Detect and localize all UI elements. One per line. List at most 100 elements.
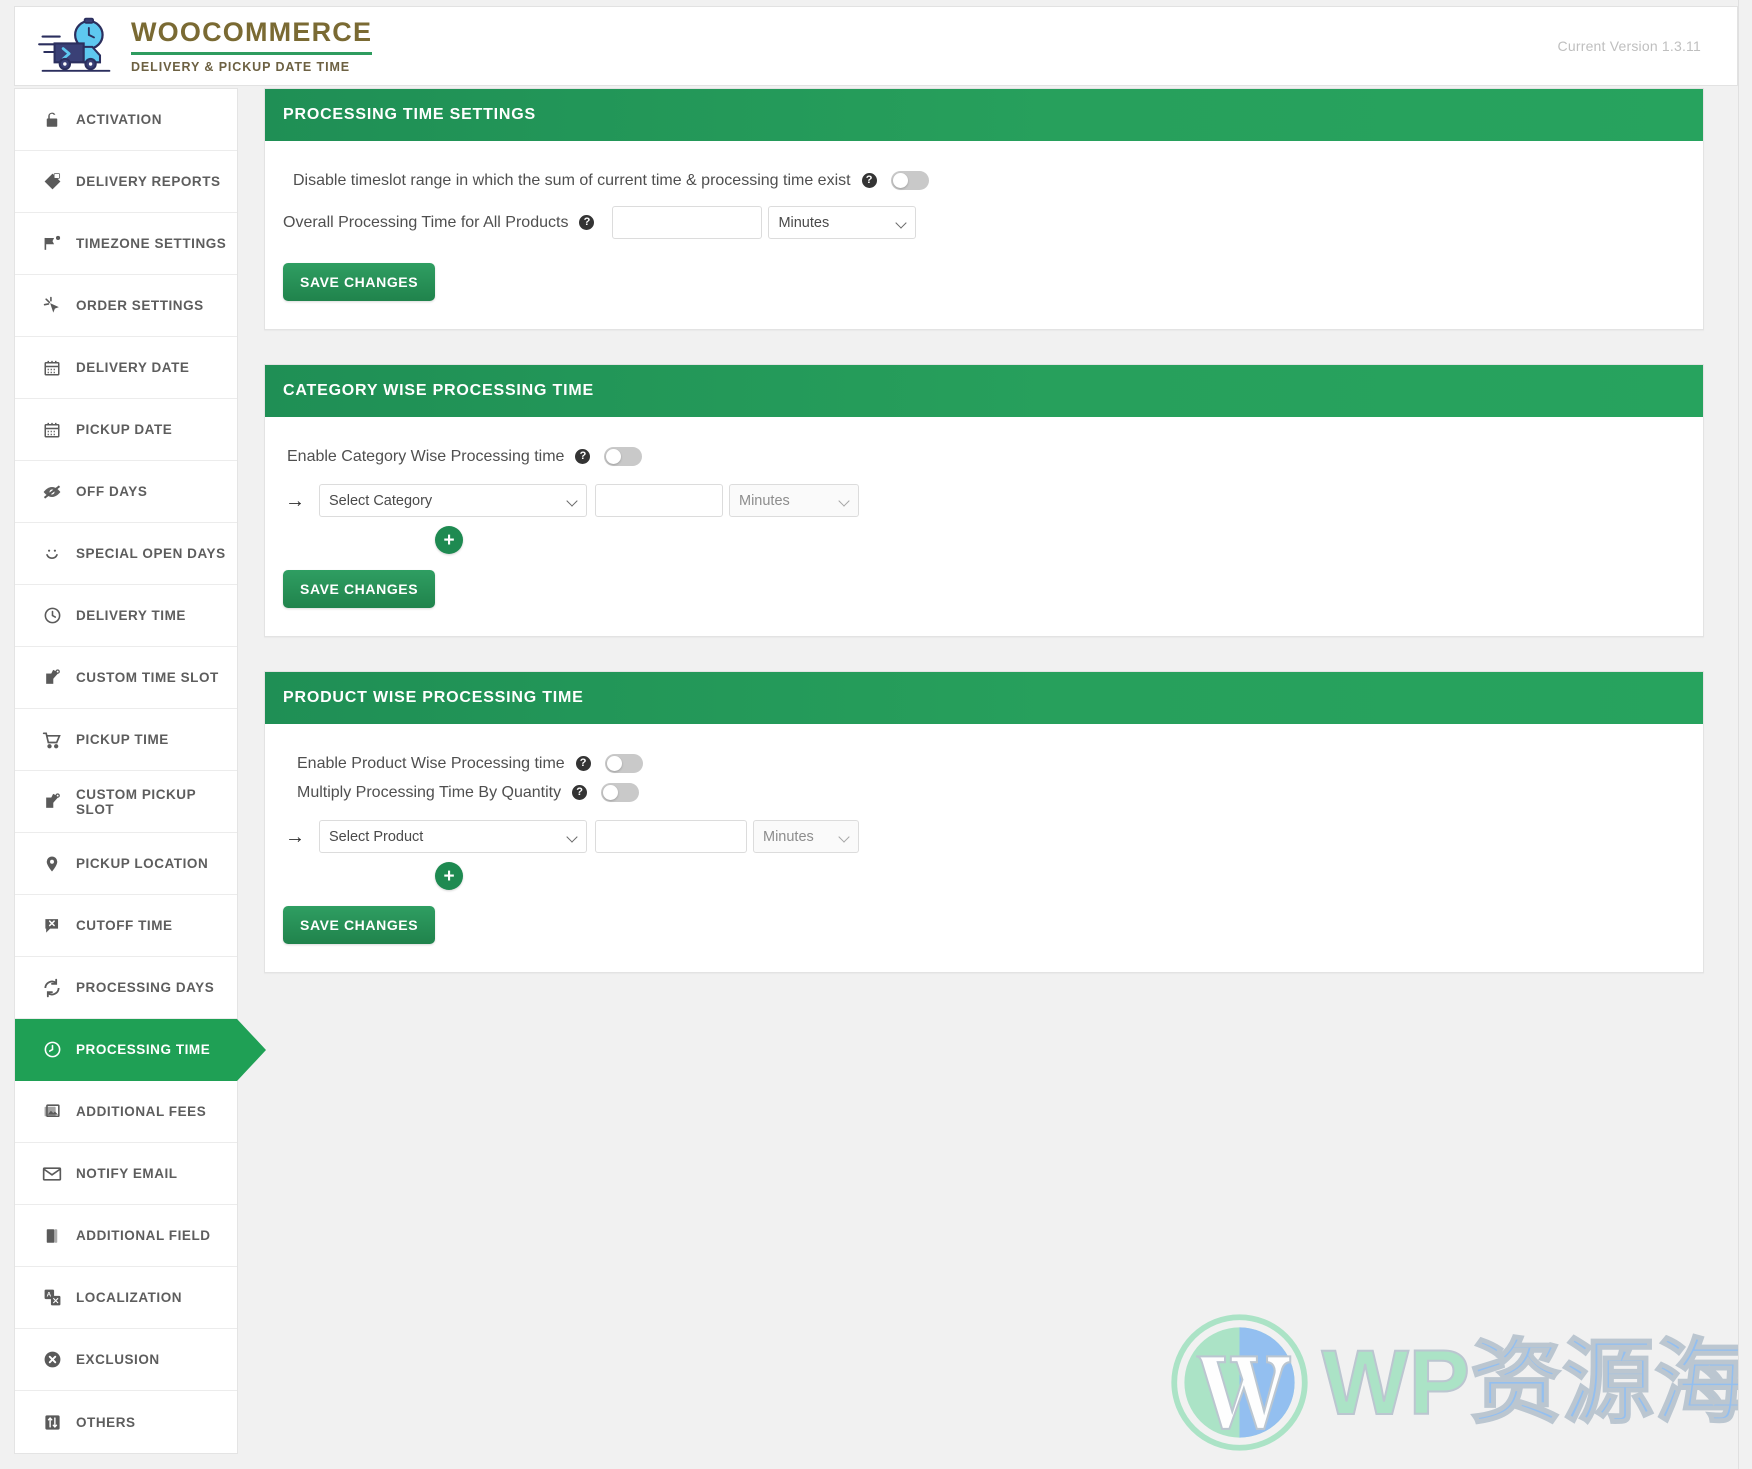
help-icon[interactable]: ?: [579, 215, 594, 230]
sidebar-item-cutoff-time[interactable]: CUTOFF TIME: [15, 895, 237, 957]
sidebar-item-label: TIMEZONE SETTINGS: [76, 236, 226, 251]
sidebar-item-label: SPECIAL OPEN DAYS: [76, 546, 226, 561]
sidebar-item-label: PICKUP DATE: [76, 422, 172, 437]
sidebar-item-delivery-date[interactable]: DELIVERY DATE: [15, 337, 237, 399]
sidebar-item-timezone-settings[interactable]: TIMEZONE SETTINGS: [15, 213, 237, 275]
sidebar-item-pickup-location[interactable]: PICKUP LOCATION: [15, 833, 237, 895]
images-icon: [41, 1101, 63, 1123]
sidebar-item-notify-email[interactable]: NOTIFY EMAIL: [15, 1143, 237, 1205]
svg-text:A: A: [46, 1292, 51, 1299]
product-time-input[interactable]: [595, 820, 747, 853]
add-category-row-button[interactable]: +: [435, 526, 463, 554]
add-product-row-button[interactable]: +: [435, 862, 463, 890]
admin-page: WOOCOMMERCE DELIVERY & PICKUP DATE TIME …: [0, 0, 1752, 1469]
brand-title: WOOCOMMERCE: [131, 19, 372, 50]
sidebar-item-label: OTHERS: [76, 1415, 136, 1430]
toggle-knob: [893, 173, 908, 188]
category-time-input[interactable]: [595, 484, 723, 517]
sidebar-item-label: NOTIFY EMAIL: [76, 1166, 178, 1181]
panel-product-wise-processing-time: PRODUCT WISE PROCESSING TIME Enable Prod…: [264, 671, 1704, 973]
disable-timeslot-toggle[interactable]: [891, 171, 929, 190]
sidebar-item-label: CUTOFF TIME: [76, 918, 173, 933]
sidebar-item-label: CUSTOM TIME SLOT: [76, 670, 219, 685]
sidebar-item-custom-time-slot[interactable]: CUSTOM TIME SLOT: [15, 647, 237, 709]
flag-icon: [41, 233, 63, 255]
help-icon[interactable]: ?: [575, 449, 590, 464]
panel-title-product-wise: PRODUCT WISE PROCESSING TIME: [265, 672, 1703, 724]
sidebar-item-label: ADDITIONAL FEES: [76, 1104, 206, 1119]
select-product-dropdown[interactable]: Select Product: [319, 820, 587, 853]
sidebar-item-pickup-time[interactable]: PICKUP TIME: [15, 709, 237, 771]
brand-logo: WOOCOMMERCE DELIVERY & PICKUP DATE TIME: [15, 16, 372, 76]
page-scrollbar[interactable]: [1738, 0, 1752, 1469]
save-changes-button-processing[interactable]: SAVE CHANGES: [283, 263, 435, 301]
brand-divider: [131, 52, 372, 55]
sidebar-item-additional-field[interactable]: ADDITIONAL FIELD: [15, 1205, 237, 1267]
sidebar-item-delivery-time[interactable]: DELIVERY TIME: [15, 585, 237, 647]
sidebar-item-delivery-reports[interactable]: DELIVERY REPORTS: [15, 151, 237, 213]
sidebar-item-label: CUSTOM PICKUP SLOT: [76, 787, 237, 817]
save-changes-button-category[interactable]: SAVE CHANGES: [283, 570, 435, 608]
calendar-icon: [41, 357, 63, 379]
clock-icon: [41, 605, 63, 627]
wordpress-logo-icon: [1167, 1310, 1312, 1455]
panel-title-category-wise: CATEGORY WISE PROCESSING TIME: [265, 365, 1703, 417]
sliders-icon: [41, 1411, 63, 1433]
page-header: WOOCOMMERCE DELIVERY & PICKUP DATE TIME …: [14, 6, 1738, 86]
sidebar-item-order-settings[interactable]: ORDER SETTINGS: [15, 275, 237, 337]
sidebar-item-additional-fees[interactable]: ADDITIONAL FEES: [15, 1081, 237, 1143]
sidebar-item-label: PICKUP TIME: [76, 732, 169, 747]
enable-category-wise-toggle[interactable]: [604, 447, 642, 466]
sidebar-item-exclusion[interactable]: EXCLUSION: [15, 1329, 237, 1391]
brand-text: WOOCOMMERCE DELIVERY & PICKUP DATE TIME: [131, 19, 372, 74]
product-unit-select[interactable]: Minutes: [753, 820, 859, 853]
overall-processing-time-label: Overall Processing Time for All Products: [283, 214, 568, 232]
multiply-by-quantity-toggle[interactable]: [601, 783, 639, 802]
select-category-dropdown[interactable]: Select Category: [319, 484, 587, 517]
smiley-icon: [41, 543, 63, 565]
sidebar-item-activation[interactable]: ACTIVATION: [15, 89, 237, 151]
sidebar-item-pickup-date[interactable]: PICKUP DATE: [15, 399, 237, 461]
delivery-truck-icon: [37, 16, 115, 76]
panel-category-wise-processing-time: CATEGORY WISE PROCESSING TIME Enable Cat…: [264, 364, 1704, 637]
sidebar-item-processing-time[interactable]: PROCESSING TIME: [15, 1019, 237, 1081]
panel-title-processing-time-settings: PROCESSING TIME SETTINGS: [265, 89, 1703, 141]
sidebar-item-processing-days[interactable]: PROCESSING DAYS: [15, 957, 237, 1019]
sidebar-item-label: ACTIVATION: [76, 112, 162, 127]
refresh-icon: [41, 977, 63, 999]
translate-icon: A: [41, 1287, 63, 1309]
brand-subtitle: DELIVERY & PICKUP DATE TIME: [131, 60, 372, 74]
toggle-knob: [606, 449, 621, 464]
eye-off-icon: [41, 481, 63, 503]
sidebar-item-label: DELIVERY REPORTS: [76, 174, 221, 189]
sidebar-item-label: EXCLUSION: [76, 1352, 160, 1367]
panel-processing-time-settings: PROCESSING TIME SETTINGS Disable timeslo…: [264, 88, 1704, 330]
watermark-latin: WP: [1322, 1332, 1470, 1434]
sidebar-item-label: DELIVERY DATE: [76, 360, 189, 375]
sidebar-item-custom-pickup-slot[interactable]: CUSTOM PICKUP SLOT: [15, 771, 237, 833]
sidebar-nav: ACTIVATION DELIVERY REPORTS TIMEZONE SETTI…: [14, 88, 238, 1454]
help-icon[interactable]: ?: [576, 756, 591, 771]
enable-product-wise-toggle[interactable]: [605, 754, 643, 773]
disable-timeslot-label: Disable timeslot range in which the sum …: [293, 172, 851, 190]
help-icon[interactable]: ?: [572, 785, 587, 800]
toggle-knob: [603, 785, 618, 800]
save-changes-button-product[interactable]: SAVE CHANGES: [283, 906, 435, 944]
sidebar-item-others[interactable]: OTHERS: [15, 1391, 237, 1453]
sidebar-item-label: ORDER SETTINGS: [76, 298, 204, 313]
calendar-icon: [41, 419, 63, 441]
sidebar-item-special-open-days[interactable]: SPECIAL OPEN DAYS: [15, 523, 237, 585]
arrow-right-icon: →: [283, 491, 307, 511]
category-unit-select[interactable]: Minutes: [729, 484, 859, 517]
sidebar-item-off-days[interactable]: OFF DAYS: [15, 461, 237, 523]
sidebar-item-label: LOCALIZATION: [76, 1290, 182, 1305]
circle-x-icon: [41, 1349, 63, 1371]
edit-note-icon: [41, 667, 63, 689]
multiply-by-quantity-label: Multiply Processing Time By Quantity: [297, 784, 561, 802]
clock-back-icon: [41, 1039, 63, 1061]
overall-processing-time-input[interactable]: [612, 206, 762, 239]
help-icon[interactable]: ?: [862, 173, 877, 188]
overall-unit-select[interactable]: Minutes: [768, 206, 916, 239]
toggle-knob: [607, 756, 622, 771]
sidebar-item-localization[interactable]: A LOCALIZATION: [15, 1267, 237, 1329]
